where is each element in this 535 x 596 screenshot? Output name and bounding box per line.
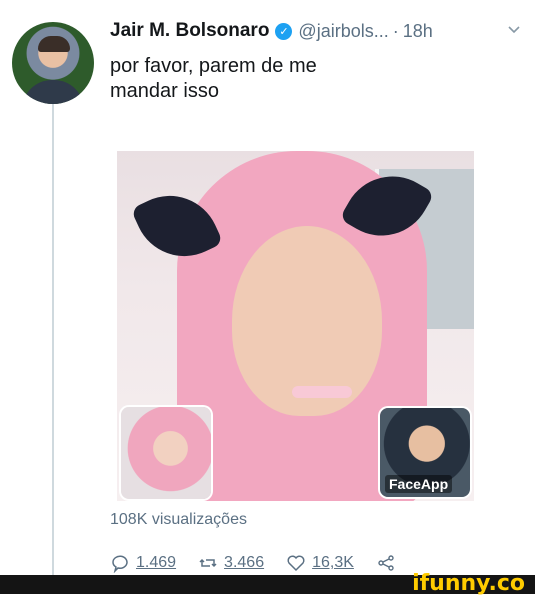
- verified-icon: ✓: [275, 22, 293, 40]
- ifunny-logo[interactable]: ifunny.co: [412, 571, 525, 596]
- like-count: 16,3K: [312, 554, 354, 571]
- thread-line: [52, 100, 54, 580]
- reply-icon: [112, 555, 128, 573]
- tweet-time[interactable]: 18h: [403, 21, 433, 42]
- separator-dot: ·: [392, 20, 399, 41]
- reply-button[interactable]: 1.469: [110, 553, 176, 573]
- view-count: 108K visualizações: [110, 511, 247, 528]
- like-button[interactable]: 16,3K: [286, 553, 354, 573]
- retweet-button[interactable]: 3.466: [198, 553, 264, 573]
- share-button[interactable]: [376, 553, 396, 573]
- footer-bar: ifunny.co: [0, 571, 535, 596]
- avatar-hair: [38, 36, 70, 52]
- retweet-icon: [199, 558, 217, 568]
- author-handle[interactable]: @jairbols...: [298, 21, 388, 42]
- tweet-header: Jair M. Bolsonaro ✓ @jairbols... · 18h: [110, 18, 519, 44]
- chevron-down-icon[interactable]: [507, 23, 521, 37]
- choker: [292, 386, 352, 398]
- tweet-text-line: por favor, parem de me: [110, 55, 317, 77]
- tweet-text: por favor, parem de me mandar isso: [110, 54, 510, 104]
- thumbnail-left: [121, 407, 211, 499]
- avatar-suit: [22, 80, 84, 104]
- reply-count: 1.469: [136, 554, 177, 571]
- like-icon: [287, 555, 305, 572]
- share-icon: [378, 555, 394, 571]
- tweet-media-image[interactable]: FaceApp: [117, 151, 474, 501]
- retweet-count: 3.466: [224, 554, 265, 571]
- faceapp-watermark: FaceApp: [385, 475, 453, 493]
- tweet-text-line: mandar isso: [110, 80, 219, 102]
- author-name[interactable]: Jair M. Bolsonaro: [110, 20, 269, 42]
- avatar[interactable]: [12, 22, 94, 104]
